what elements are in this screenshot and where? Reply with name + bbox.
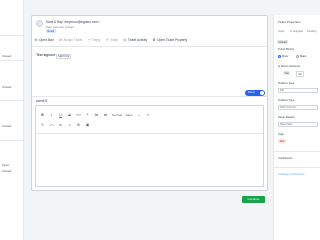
- snap-button[interactable]: ⎘ Snap: [105, 37, 118, 42]
- list-divider: [0, 140, 24, 141]
- ticket-list-column: Closed Closed Closed Open Closed: [0, 0, 24, 240]
- contributors-label: Contributors: [278, 157, 293, 160]
- table-icon[interactable]: ⊞: [76, 123, 81, 127]
- assign-ticket-label: Assign Ticket: [63, 37, 83, 42]
- direct-customer-yes[interactable]: Yes: [283, 71, 291, 75]
- problem-area-select[interactable]: ER: [278, 88, 318, 93]
- radio-dot: [278, 55, 281, 58]
- list-divider: [0, 35, 24, 36]
- indent-button[interactable]: ⇆: [94, 113, 99, 117]
- setup-reason-label: Setup Reason: [278, 116, 296, 119]
- status-chip-closed[interactable]: Closed: [277, 40, 289, 44]
- underline-button[interactable]: U: [58, 113, 63, 117]
- ticket-properties-panel: Ticket Properties Open In progress Pendi…: [273, 15, 320, 240]
- toggle-knob: [260, 91, 264, 95]
- header-divider: [32, 46, 267, 47]
- snap-label: Snap: [110, 37, 118, 42]
- reply-label: Reply: [92, 37, 101, 42]
- signature-label: Test signure: [36, 53, 56, 57]
- editor-toolbar-row-2: ✎ ⤺ ⊘ ☺ ⊞ ▣: [40, 123, 90, 127]
- status-tab-open[interactable]: Open: [278, 30, 284, 33]
- copy-icon: ⎘: [106, 37, 109, 42]
- reply-divider: [32, 96, 267, 97]
- signature-tag[interactable]: SERVICE: [56, 53, 72, 59]
- ticket-activity-label: Ticket Activity: [127, 37, 148, 42]
- align-icon[interactable]: ≡: [146, 113, 151, 117]
- reply-to-label: pwmtl 5: [36, 99, 47, 103]
- direct-customer-label: Is Direct Customer: [278, 65, 301, 68]
- list-divider: [0, 60, 24, 61]
- ticket-status-closed[interactable]: Closed: [2, 169, 11, 173]
- open-ticket-property-label: Open Ticket Property: [157, 37, 188, 42]
- emoji-icon[interactable]: ☺: [67, 123, 72, 127]
- ticket-status-open[interactable]: Open: [2, 163, 9, 167]
- strike-button[interactable]: S: [67, 113, 72, 117]
- problem-area-label: Problem Area: [278, 82, 295, 85]
- gear-icon: ⚙: [152, 37, 156, 42]
- reply-editor: B I U S </> ❝ ⇆ ⇄ Normal Sans ⌄ ≡ ✎ ⤺ ⊘ …: [35, 105, 264, 187]
- assign-icon: ⇄: [59, 37, 62, 42]
- ticket-toolbar: ✉ Open Mail ⇄ Assign Ticket ↩ Reply ⎘ Sn…: [34, 36, 188, 43]
- bold-button[interactable]: B: [40, 113, 45, 117]
- assign-ticket-button[interactable]: ⇄ Assign Ticket: [59, 37, 83, 42]
- pen-icon[interactable]: ✎: [40, 123, 45, 127]
- envelope-icon: ✉: [34, 37, 38, 42]
- italic-button[interactable]: I: [49, 113, 54, 117]
- problem-type-label: Problem Type: [278, 99, 295, 102]
- continue-button[interactable]: Continue: [242, 196, 265, 203]
- status-tab-in-progress[interactable]: In progress: [290, 30, 303, 33]
- editor-toolbar-row-1: B I U S </> ❝ ⇆ ⇄ Normal Sans ⌄ ≡: [40, 113, 151, 117]
- mail-header: Kami & Bay <beyouco@legacor.com> Sent: j…: [32, 16, 267, 48]
- tag-chip[interactable]: Test: [278, 139, 286, 143]
- chevron-down-icon[interactable]: ⌄: [137, 113, 142, 117]
- open-mail-button[interactable]: ✉ Open Mail: [34, 38, 54, 42]
- ticket-status-closed[interactable]: Closed: [2, 85, 11, 89]
- tags-label: Tags: [278, 133, 284, 136]
- format-select[interactable]: Normal: [112, 113, 122, 117]
- problem-type-select[interactable]: Data Incorrect: [278, 105, 318, 110]
- macro-toggle-label: Macro: [248, 91, 255, 94]
- quote-button[interactable]: ❝: [85, 113, 90, 117]
- ticket-status-closed[interactable]: Closed: [2, 54, 11, 58]
- channel-badge: Email: [46, 29, 56, 33]
- direct-customer-no[interactable]: No: [296, 71, 305, 77]
- setup-reason-select[interactable]: Data Taker: [278, 122, 318, 127]
- open-ticket-property-button[interactable]: ⚙ Open Ticket Property: [152, 37, 188, 42]
- ticket-status-closed[interactable]: Closed: [2, 124, 11, 128]
- panel-divider: [274, 151, 320, 152]
- code-button[interactable]: </>: [76, 113, 81, 117]
- radio-dot: [296, 55, 299, 58]
- clock-icon: ◷: [123, 37, 127, 42]
- sender-address: Kami & Bay <beyouco@legacor.com>: [46, 20, 100, 24]
- priority-label: Ticket Priority: [278, 48, 295, 51]
- open-mail-label: Open Mail: [39, 37, 54, 42]
- priority-minor-label: Minor: [282, 55, 289, 58]
- editor-toolbar: B I U S </> ❝ ⇆ ⇄ Normal Sans ⌄ ≡ ✎ ⤺ ⊘ …: [36, 106, 263, 134]
- sender-avatar: [36, 20, 43, 27]
- reply-button[interactable]: ↩ Reply: [87, 37, 101, 42]
- font-select[interactable]: Sans: [126, 113, 133, 117]
- panel-title: Ticket Properties: [278, 20, 301, 24]
- clear-format-icon[interactable]: ⊘: [58, 123, 63, 127]
- outdent-button[interactable]: ⇄: [103, 113, 108, 117]
- editor-text-area[interactable]: [38, 136, 261, 186]
- list-divider: [0, 100, 24, 101]
- reply-icon: ↩: [87, 37, 91, 42]
- add-contributor-link[interactable]: Unassign Contributors: [278, 173, 305, 176]
- priority-major-radio[interactable]: Major: [296, 55, 307, 58]
- ticket-activity-button[interactable]: ◷ Ticket Activity: [123, 38, 147, 42]
- ticket-conversation-card: Kami & Bay <beyouco@legacor.com> Sent: j…: [31, 15, 268, 191]
- priority-major-label: Major: [300, 55, 307, 58]
- undo-icon[interactable]: ⤺: [49, 123, 54, 127]
- priority-minor-radio[interactable]: Minor: [278, 55, 289, 58]
- status-tab-pending[interactable]: Pending: [307, 30, 317, 33]
- panel-divider: [274, 167, 320, 168]
- image-icon[interactable]: ▣: [85, 123, 90, 127]
